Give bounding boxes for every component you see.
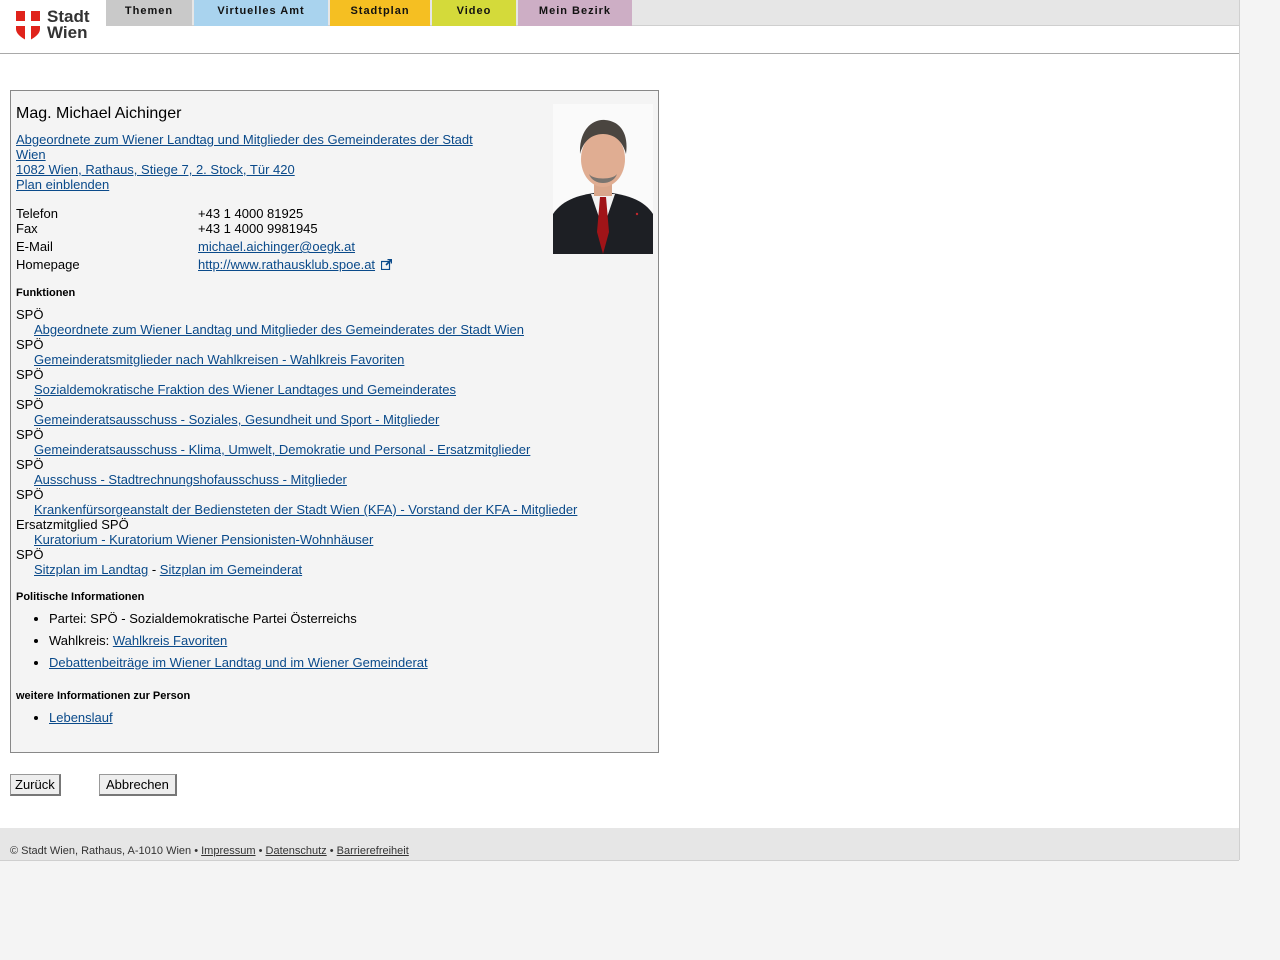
footer-bullet: • xyxy=(329,845,334,857)
logo-wordmark: Stadt Wien xyxy=(47,8,90,42)
main-navigation: Themen Virtuelles Amt Stadtplan Video Me… xyxy=(106,0,1239,26)
site-header: Stadt Wien Themen Virtuelles Amt Stadtpl… xyxy=(0,0,1239,54)
logo-line-2: Wien xyxy=(47,23,88,42)
tab-virtuelles-amt[interactable]: Virtuelles Amt xyxy=(194,0,328,26)
politische-informationen-heading: Politische Informationen xyxy=(16,591,145,603)
stadt-wien-logo[interactable]: Stadt Wien xyxy=(16,8,96,43)
function-party: SPÖ xyxy=(16,547,44,562)
portrait-image xyxy=(553,104,653,254)
funktionen-heading: Funktionen xyxy=(16,287,76,299)
list-item: Debattenbeiträge im Wiener Landtag und i… xyxy=(49,655,428,670)
vienna-shield-icon xyxy=(16,11,40,41)
impressum-link[interactable]: Impressum xyxy=(201,845,255,857)
address-link[interactable]: 1082 Wien, Rathaus, Stiege 7, 2. Stock, … xyxy=(16,162,486,177)
function-link[interactable]: Krankenfürsorgeanstalt der Bediensteten … xyxy=(34,502,577,517)
homepage-value: http://www.rathausklub.spoe.at xyxy=(198,257,392,272)
show-map-link[interactable]: Plan einblenden xyxy=(16,177,486,192)
email-label: E-Mail xyxy=(16,239,53,254)
page: Stadt Wien Themen Virtuelles Amt Stadtpl… xyxy=(0,0,1240,861)
email-link[interactable]: michael.aichinger@oegk.at xyxy=(198,239,355,254)
external-link-icon xyxy=(380,258,392,271)
function-party: SPÖ xyxy=(16,307,44,322)
wahlkreis-label: Wahlkreis: xyxy=(49,633,110,648)
function-party: SPÖ xyxy=(16,397,44,412)
function-link[interactable]: Sozialdemokratische Fraktion des Wiener … xyxy=(34,382,456,397)
fax-label: Fax xyxy=(16,221,38,236)
list-item: Wahlkreis: Wahlkreis Favoriten xyxy=(49,633,428,648)
weitere-informationen-heading: weitere Informationen zur Person xyxy=(16,690,191,702)
sitzplan-separator: - xyxy=(151,562,157,577)
list-item: Lebenslauf xyxy=(49,710,113,725)
footer-bullet: • xyxy=(258,845,263,857)
function-party: SPÖ xyxy=(16,457,44,472)
sitzplan-landtag-link[interactable]: Sitzplan im Landtag xyxy=(34,562,148,577)
footer-copyright: © Stadt Wien, Rathaus, A-1010 Wien xyxy=(10,845,192,857)
function-link[interactable]: Gemeinderatsmitglieder nach Wahlkreisen … xyxy=(34,352,404,367)
function-party: SPÖ xyxy=(16,427,44,442)
homepage-label: Homepage xyxy=(16,257,80,272)
function-party: SPÖ xyxy=(16,367,44,382)
footer-bullet: • xyxy=(194,845,199,857)
funktionen-list: SPÖ Abgeordnete zum Wiener Landtag und M… xyxy=(16,307,577,577)
tab-themen[interactable]: Themen xyxy=(106,0,192,26)
politische-informationen-list: Partei: SPÖ - Sozialdemokratische Partei… xyxy=(16,611,428,670)
function-link[interactable]: Gemeinderatsausschuss - Soziales, Gesund… xyxy=(34,412,439,427)
function-link[interactable]: Abgeordnete zum Wiener Landtag und Mitgl… xyxy=(34,322,524,337)
telefon-value: +43 1 4000 81925 xyxy=(198,206,304,221)
tab-mein-bezirk[interactable]: Mein Bezirk xyxy=(518,0,632,26)
datenschutz-link[interactable]: Datenschutz xyxy=(266,845,327,857)
person-photo xyxy=(553,104,653,254)
position-link[interactable]: Abgeordnete zum Wiener Landtag und Mitgl… xyxy=(16,132,486,162)
homepage-link[interactable]: http://www.rathausklub.spoe.at xyxy=(198,257,375,272)
site-footer: © Stadt Wien, Rathaus, A-1010 Wien • Imp… xyxy=(0,828,1239,861)
footer-text: © Stadt Wien, Rathaus, A-1010 Wien • Imp… xyxy=(10,845,409,857)
barrierefreiheit-link[interactable]: Barrierefreiheit xyxy=(337,845,409,857)
address-block: Abgeordnete zum Wiener Landtag und Mitgl… xyxy=(16,132,486,192)
person-name: Mag. Michael Aichinger xyxy=(16,105,182,122)
sitzplan-gemeinderat-link[interactable]: Sitzplan im Gemeinderat xyxy=(160,562,302,577)
wahlkreis-link[interactable]: Wahlkreis Favoriten xyxy=(113,633,227,648)
function-link[interactable]: Gemeinderatsausschuss - Klima, Umwelt, D… xyxy=(34,442,530,457)
function-party: SPÖ xyxy=(16,337,44,352)
function-link[interactable]: Kuratorium - Kuratorium Wiener Pensionis… xyxy=(34,532,373,547)
weitere-informationen-list: Lebenslauf xyxy=(16,710,113,725)
lebenslauf-link[interactable]: Lebenslauf xyxy=(49,710,113,725)
function-party: Ersatzmitglied SPÖ xyxy=(16,517,129,532)
person-card: Mag. Michael Aichinger Abgeordnete zum W… xyxy=(10,90,659,753)
sitzplan-links: Sitzplan im Landtag - Sitzplan im Gemein… xyxy=(34,562,577,577)
list-item: Partei: SPÖ - Sozialdemokratische Partei… xyxy=(49,611,428,626)
fax-value: +43 1 4000 9981945 xyxy=(198,221,318,236)
tab-stadtplan[interactable]: Stadtplan xyxy=(330,0,430,26)
cancel-button[interactable]: Abbrechen xyxy=(99,774,177,796)
debatten-link[interactable]: Debattenbeiträge im Wiener Landtag und i… xyxy=(49,655,428,670)
function-link[interactable]: Ausschuss - Stadtrechnungshofausschuss -… xyxy=(34,472,347,487)
back-button[interactable]: Zurück xyxy=(10,774,61,796)
function-party: SPÖ xyxy=(16,487,44,502)
telefon-label: Telefon xyxy=(16,206,58,221)
tab-video[interactable]: Video xyxy=(432,0,516,26)
